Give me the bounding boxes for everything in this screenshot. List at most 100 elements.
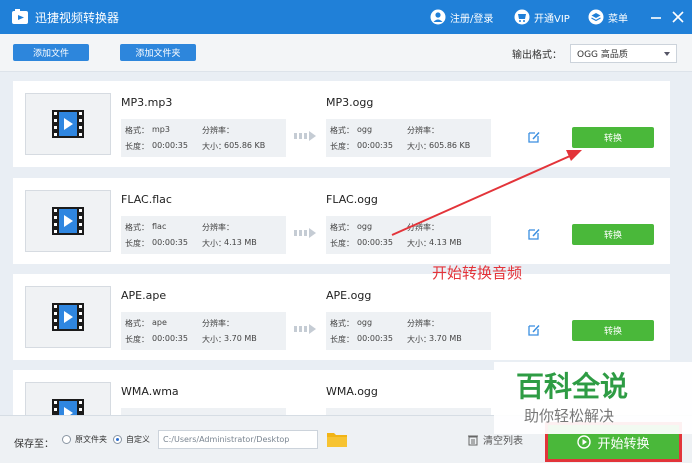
video-file-icon [52,303,84,331]
vip-cart-icon [514,9,530,25]
output-file-name: WMA.ogg [326,385,378,398]
size-value: 3.70 MB [429,334,462,343]
output-file-name: FLAC.ogg [326,193,378,206]
size-value: 3.70 MB [224,334,257,343]
output-format-label: 输出格式： [512,50,562,61]
size-label: 大小： [407,239,431,248]
resolution-label: 分辨率： [407,126,439,135]
duration-value: 00:00:35 [152,141,188,150]
vip-label: 开通VIP [534,13,570,25]
size-value: 605.86 KB [224,141,266,150]
source-file-name: APE.ape [121,289,167,302]
video-thumbnail [25,93,111,155]
output-file-name: APE.ogg [326,289,372,302]
source-folder-label: 原文件夹 [75,435,107,444]
format-value: mp3 [152,125,170,134]
duration-value: 00:00:35 [152,238,188,247]
video-file-icon [52,399,84,415]
minimize-icon[interactable] [648,9,664,25]
size-value: 4.13 MB [224,238,257,247]
output-file-name: MP3.ogg [326,96,374,109]
start-convert-label: 开始转换 [597,436,650,452]
duration-value: 00:00:35 [357,141,393,150]
output-path-field[interactable]: C:/Users/Administrator/Desktop [158,430,318,449]
convert-button[interactable]: 转换 [572,127,654,148]
resolution-label: 分辨率： [202,223,234,232]
start-icon [577,435,592,449]
video-thumbnail [25,190,111,252]
edit-icon[interactable] [527,323,541,337]
size-label: 大小： [407,142,431,151]
duration-label: 长度： [125,239,149,248]
output-format-select[interactable]: OGG 高品质 [570,44,677,63]
file-row: FLAC.flac 格式： flac 分辨率： 长度： 00:00:35 大小：… [13,178,670,264]
format-label: 格式： [330,223,354,232]
format-label: 格式： [125,319,149,328]
add-file-button[interactable]: 添加文件 [13,44,89,61]
source-info: 格式： mp3 分辨率： 长度： 00:00:35 大小： 605.86 KB [121,119,286,157]
resolution-label: 分辨率： [407,319,439,328]
size-label: 大小： [202,335,226,344]
trash-icon [468,435,478,445]
source-info [121,408,286,415]
format-label: 格式： [125,223,149,232]
format-label: 格式： [330,319,354,328]
app-title: 迅捷视频转换器 [35,11,120,25]
output-path-value: C:/Users/Administrator/Desktop [163,435,290,444]
clear-list-button[interactable]: 清空列表 [467,432,523,447]
format-value: ogg [357,222,373,231]
convert-button[interactable]: 转换 [572,320,654,341]
convert-button[interactable]: 转换 [572,224,654,245]
login-button[interactable]: 注册/登录 [430,8,493,26]
annotation-text: 开始转换音频 [432,264,523,282]
clear-list-label: 清空列表 [483,436,523,447]
add-folder-button[interactable]: 添加文件夹 [120,44,196,61]
watermark-title: 百科全说 [516,370,629,403]
toolbar: 添加文件 添加文件夹 输出格式： OGG 高品质 [0,34,692,72]
edit-icon[interactable] [527,130,541,144]
output-info [326,408,491,415]
close-icon[interactable] [670,9,686,25]
watermark-subtitle: 助你轻松解决 [524,407,615,425]
size-value: 4.13 MB [429,238,462,247]
duration-value: 00:00:35 [357,238,393,247]
app-logo-icon [12,9,28,24]
resolution-label: 分辨率： [202,126,234,135]
source-info: 格式： flac 分辨率： 长度： 00:00:35 大小： 4.13 MB [121,216,286,254]
resolution-label: 分辨率： [407,223,439,232]
vip-button[interactable]: 开通VIP [514,8,570,26]
output-format-value: OGG 高品质 [577,50,628,60]
convert-arrow-icon [294,228,318,238]
menu-label: 菜单 [608,13,628,25]
duration-label: 长度： [125,142,149,151]
menu-layers-icon [588,9,604,25]
user-icon [430,9,446,25]
menu-button[interactable]: 菜单 [588,8,628,26]
duration-value: 00:00:35 [357,334,393,343]
convert-arrow-icon [294,324,318,334]
file-row: MP3.mp3 格式： mp3 分辨率： 长度： 00:00:35 大小： 60… [13,81,670,167]
output-info: 格式： ogg 分辨率： 长度： 00:00:35 大小： 4.13 MB [326,216,491,254]
folder-icon[interactable] [326,430,348,448]
convert-arrow-icon [294,131,318,141]
format-label: 格式： [330,126,354,135]
format-value: flac [152,222,167,231]
duration-label: 长度： [330,239,354,248]
duration-value: 00:00:35 [152,334,188,343]
chevron-down-icon [664,52,670,56]
output-info: 格式： ogg 分辨率： 长度： 00:00:35 大小： 605.86 KB [326,119,491,157]
source-folder-radio[interactable] [62,435,71,444]
custom-path-radio[interactable] [113,435,122,444]
edit-icon[interactable] [527,227,541,241]
source-file-name: WMA.wma [121,385,179,398]
video-file-icon [52,207,84,235]
source-file-name: MP3.mp3 [121,96,173,109]
video-file-icon [52,110,84,138]
title-bar: 迅捷视频转换器 注册/登录 开通VIP 菜单 [0,0,692,34]
size-label: 大小： [407,335,431,344]
source-file-name: FLAC.flac [121,193,172,206]
format-label: 格式： [125,126,149,135]
resolution-label: 分辨率： [202,319,234,328]
duration-label: 长度： [330,142,354,151]
duration-label: 长度： [330,335,354,344]
